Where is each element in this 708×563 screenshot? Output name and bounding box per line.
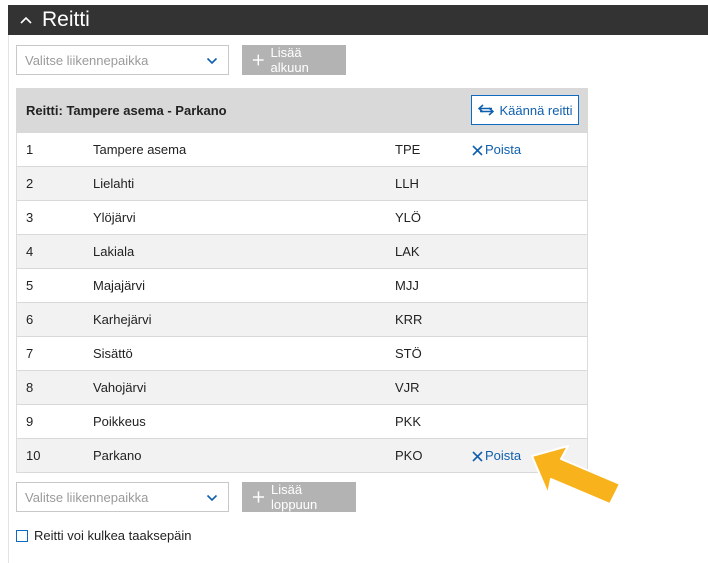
stop-index: 4 bbox=[26, 244, 34, 259]
table-row: 3 Ylöjärvi YLÖ bbox=[17, 201, 587, 235]
stop-code: VJR bbox=[395, 380, 420, 395]
callout-arrow-icon bbox=[531, 445, 621, 505]
table-row: 8 Vahojärvi VJR bbox=[17, 371, 587, 405]
table-row: 10 Parkano PKO Poista bbox=[17, 439, 587, 473]
stop-select-start[interactable]: Valitse liikennepaikka bbox=[16, 45, 229, 75]
stop-name: Karhejärvi bbox=[93, 312, 152, 327]
chevron-down-icon bbox=[206, 494, 218, 502]
section-header[interactable]: Reitti bbox=[8, 5, 708, 35]
stop-code: TPE bbox=[395, 142, 421, 157]
reverse-route-button[interactable]: Käännä reitti bbox=[471, 95, 579, 125]
route-stop-table: 1 Tampere asema TPE Poista 2 Lielahti LLH 3 Ylöj… bbox=[16, 133, 588, 473]
stop-index: 7 bbox=[26, 346, 34, 361]
plus-icon bbox=[252, 54, 264, 66]
route-header: Reitti: Tampere asema - Parkano Käännä r… bbox=[16, 88, 588, 133]
stop-index: 8 bbox=[26, 380, 34, 395]
table-row: 9 Poikkeus PKK bbox=[17, 405, 587, 439]
stop-name: Lielahti bbox=[93, 176, 135, 191]
backwards-checkbox-label: Reitti voi kulkea taaksepäin bbox=[34, 528, 192, 543]
stop-index: 9 bbox=[26, 414, 34, 429]
stop-index: 3 bbox=[26, 210, 34, 225]
stop-code: KRR bbox=[395, 312, 423, 327]
stop-name: Vahojärvi bbox=[93, 380, 147, 395]
table-row: 5 Majajärvi MJJ bbox=[17, 269, 587, 303]
stop-select-end-placeholder: Valitse liikennepaikka bbox=[25, 489, 149, 505]
stop-index: 5 bbox=[26, 278, 34, 293]
stop-name: Ylöjärvi bbox=[93, 210, 136, 225]
remove-stop-label: Poista bbox=[485, 142, 522, 157]
plus-icon bbox=[252, 491, 265, 503]
stop-name: Tampere asema bbox=[93, 142, 187, 157]
add-to-start-button[interactable]: Lisää alkuun bbox=[242, 45, 346, 75]
stop-code: PKO bbox=[395, 448, 423, 463]
remove-stop-link[interactable]: Poista bbox=[472, 439, 521, 473]
stop-index: 1 bbox=[26, 142, 34, 157]
backwards-checkbox[interactable] bbox=[16, 529, 28, 542]
add-to-start-label: Lisää alkuun bbox=[270, 45, 309, 75]
swap-arrows-icon bbox=[477, 104, 494, 116]
stop-code: MJJ bbox=[395, 278, 419, 293]
table-row: 1 Tampere asema TPE Poista bbox=[17, 133, 587, 167]
stop-name: Lakiala bbox=[93, 244, 135, 259]
table-row: 7 Sisättö STÖ bbox=[17, 337, 587, 371]
remove-stop-link[interactable]: Poista bbox=[472, 133, 521, 167]
stop-select-start-placeholder: Valitse liikennepaikka bbox=[25, 52, 149, 68]
close-icon bbox=[472, 144, 483, 156]
stop-select-end[interactable]: Valitse liikennepaikka bbox=[16, 482, 229, 512]
close-icon bbox=[472, 450, 483, 462]
chevron-up-icon[interactable] bbox=[18, 12, 34, 28]
stop-index: 6 bbox=[26, 312, 34, 327]
route-title: Reitti: Tampere asema - Parkano bbox=[26, 103, 227, 118]
stop-index: 2 bbox=[26, 176, 34, 191]
table-row: 4 Lakiala LAK bbox=[17, 235, 587, 269]
stop-name: Poikkeus bbox=[93, 414, 146, 429]
stop-code: LLH bbox=[395, 176, 419, 191]
stop-code: PKK bbox=[395, 414, 422, 429]
stop-code: STÖ bbox=[395, 346, 422, 361]
stop-name: Majajärvi bbox=[93, 278, 146, 293]
stop-code: YLÖ bbox=[395, 210, 422, 225]
section-border bbox=[8, 35, 9, 563]
stop-name: Sisättö bbox=[93, 346, 133, 361]
table-row: 6 Karhejärvi KRR bbox=[17, 303, 587, 337]
stop-name: Parkano bbox=[93, 448, 142, 463]
chevron-down-icon bbox=[206, 57, 218, 65]
stop-index: 10 bbox=[26, 448, 41, 463]
add-to-end-button[interactable]: Lisää loppuun bbox=[242, 482, 356, 512]
section-title: Reitti bbox=[42, 8, 90, 31]
table-row: 2 Lielahti LLH bbox=[17, 167, 587, 201]
stop-code: LAK bbox=[395, 244, 420, 259]
add-to-end-label: Lisää loppuun bbox=[270, 482, 318, 512]
reverse-route-label: Käännä reitti bbox=[499, 102, 573, 118]
remove-stop-label: Poista bbox=[485, 448, 522, 463]
backwards-option[interactable]: Reitti voi kulkea taaksepäin bbox=[16, 528, 192, 543]
